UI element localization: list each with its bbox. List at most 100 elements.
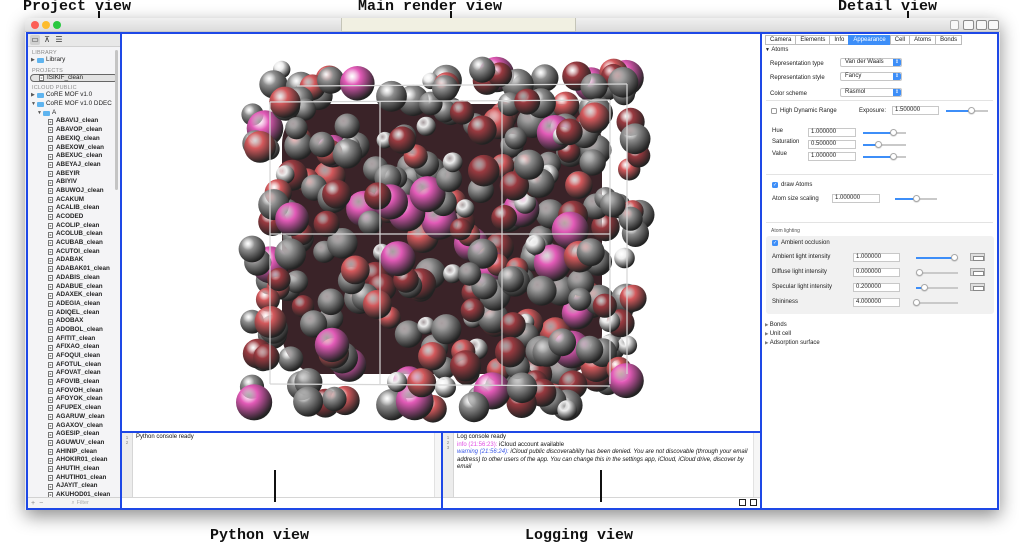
tree-item-file[interactable]: c ABEXIQ_clean: [28, 135, 120, 144]
layout-bottom-icon[interactable]: [976, 20, 987, 30]
tree-item-file[interactable]: c AFITIT_clean: [28, 335, 120, 344]
diffuse-color-well[interactable]: [970, 268, 985, 276]
tree-item-file[interactable]: c ACOLUB_clean: [28, 230, 120, 239]
tab-elements[interactable]: Elements: [795, 35, 830, 45]
molecule-render[interactable]: [122, 34, 760, 431]
draw-atoms-checkbox[interactable]: ✓: [772, 182, 778, 188]
atoms-section-toggle[interactable]: ▼ Atoms: [765, 47, 788, 53]
tab-info[interactable]: Info: [829, 35, 849, 45]
tree-item-file[interactable]: c ADABAK: [28, 256, 120, 265]
color-scheme-select[interactable]: Rasmol ⇕: [840, 88, 902, 97]
tree-item-file[interactable]: c AFIXAO_clean: [28, 343, 120, 352]
hue-slider[interactable]: [863, 129, 906, 136]
zoom-button[interactable]: [53, 21, 61, 29]
representation-style-select[interactable]: Fancy ⇕: [840, 72, 902, 81]
tree-item-core-mof-ddec[interactable]: ▼ CoRE MOF v1.0 DDEC: [28, 100, 120, 109]
add-button[interactable]: +: [31, 500, 35, 507]
layout-left-icon[interactable]: [963, 20, 974, 30]
atom-size-field[interactable]: 1.000000: [832, 194, 880, 203]
tree-item-file[interactable]: c AGESIP_clean: [28, 430, 120, 439]
tree-item-file[interactable]: c ABIYIV: [28, 178, 120, 187]
tree-item-project[interactable]: c ISIKIF_clean: [30, 73, 118, 83]
tree-item-file[interactable]: c ABAVOP_clean: [28, 126, 120, 135]
tree-item-file[interactable]: c AHUTIH01_clean: [28, 474, 120, 483]
tree-item-file[interactable]: c ABEXUC_clean: [28, 152, 120, 161]
layout-right-icon[interactable]: [988, 20, 999, 30]
bonds-section-toggle[interactable]: ▶ Bonds: [765, 322, 787, 328]
tree-item-file[interactable]: c ACODED: [28, 213, 120, 222]
tree-item-file[interactable]: c AFOQUI_clean: [28, 352, 120, 361]
folder-icon[interactable]: ▭: [30, 35, 40, 45]
tab-bonds[interactable]: Bonds: [935, 35, 963, 45]
tree-item-library[interactable]: ▶ Library: [28, 56, 120, 65]
toggle-python-view-button[interactable]: [739, 499, 746, 506]
specular-field[interactable]: 0.200000: [853, 283, 900, 292]
representation-type-select[interactable]: Van der Waals ⇕: [840, 58, 902, 67]
tree-item-file[interactable]: c ACALIB_clean: [28, 204, 120, 213]
specular-color-well[interactable]: [970, 283, 985, 291]
adsorption-surface-section-toggle[interactable]: ▶ Adsorption surface: [765, 340, 820, 346]
tree-item-file[interactable]: c AFOVIB_clean: [28, 378, 120, 387]
tree-item-file[interactable]: c ADEGIA_clean: [28, 300, 120, 309]
hdr-checkbox[interactable]: [771, 108, 777, 114]
tree-item-file[interactable]: c ABEYIR: [28, 170, 120, 179]
value-field[interactable]: 1.000000: [808, 152, 856, 161]
tree-item-file[interactable]: c ADOBOL_clean: [28, 326, 120, 335]
filter-input[interactable]: ⌕ Filter: [49, 499, 111, 507]
tree-item-file[interactable]: c AGUWUV_clean: [28, 439, 120, 448]
tree-item-file[interactable]: c ADABIS_clean: [28, 274, 120, 283]
share-icon[interactable]: [950, 20, 959, 30]
close-button[interactable]: [31, 21, 39, 29]
list-icon[interactable]: ☰: [54, 35, 64, 45]
scrollbar[interactable]: [434, 433, 441, 499]
diffuse-field[interactable]: 0.000000: [853, 268, 900, 277]
tree-item-file[interactable]: c AFOVAT_clean: [28, 369, 120, 378]
shininess-field[interactable]: 4.000000: [853, 298, 900, 307]
tree-item-file[interactable]: c AFOYOK_clean: [28, 395, 120, 404]
tree-item-file[interactable]: c AGARUW_clean: [28, 413, 120, 422]
main-render-view[interactable]: [120, 32, 762, 433]
minimize-button[interactable]: [42, 21, 50, 29]
tree-item-file[interactable]: c AHUTIH_clean: [28, 465, 120, 474]
toggle-log-view-button[interactable]: [750, 499, 757, 506]
unit-cell-section-toggle[interactable]: ▶ Unit cell: [765, 331, 791, 337]
tree-item-file[interactable]: c ACOLIP_clean: [28, 222, 120, 231]
tree-item-file[interactable]: c ADAXEK_clean: [28, 291, 120, 300]
tree-item-file[interactable]: c ACAKUM: [28, 196, 120, 205]
specular-slider[interactable]: [916, 284, 958, 291]
tab-camera[interactable]: Camera: [765, 35, 796, 45]
ambient-field[interactable]: 1.000000: [853, 253, 900, 262]
tree-item-folder-a[interactable]: ▼ A: [28, 109, 120, 118]
tree-item-file[interactable]: c ADIQEL_clean: [28, 309, 120, 318]
ambient-slider[interactable]: [916, 254, 959, 261]
tab-appearance[interactable]: Appearance: [848, 35, 890, 45]
tree-item-file[interactable]: c ACUTOI_clean: [28, 248, 120, 257]
tree-item-file[interactable]: c AHINIP_clean: [28, 448, 120, 457]
python-input-bar[interactable]: [122, 497, 441, 508]
tree-item-file[interactable]: c ACUBAB_clean: [28, 239, 120, 248]
diffuse-slider[interactable]: [915, 269, 958, 276]
tree-item-file[interactable]: c AFOTUL_clean: [28, 361, 120, 370]
tree-item-file[interactable]: c AHOKIR01_clean: [28, 456, 120, 465]
tab-cell[interactable]: Cell: [889, 35, 910, 45]
tab-atoms[interactable]: Atoms: [909, 35, 936, 45]
tree-item-core-mof[interactable]: ▶ CoRE MOF v1.0: [28, 91, 120, 100]
hue-field[interactable]: 1.000000: [808, 128, 856, 137]
remove-button[interactable]: −: [39, 500, 43, 507]
ambient-occlusion-checkbox[interactable]: ✓: [772, 240, 778, 246]
shininess-slider[interactable]: [913, 299, 958, 306]
exposure-field[interactable]: 1.500000: [892, 106, 939, 115]
scrollbar[interactable]: [753, 433, 760, 499]
tree-item-file[interactable]: c AFUPEX_clean: [28, 404, 120, 413]
tree-item-file[interactable]: c ADABAK01_clean: [28, 265, 120, 274]
tree-item-file[interactable]: c AJAYIT_clean: [28, 482, 120, 491]
tree-item-file[interactable]: c ABUWOJ_clean: [28, 187, 120, 196]
value-slider[interactable]: [863, 153, 906, 160]
tree-item-file[interactable]: c ADOBAX: [28, 317, 120, 326]
tree-item-file[interactable]: c ABAVIJ_clean: [28, 117, 120, 126]
tree-item-file[interactable]: c ABEXOW_clean: [28, 144, 120, 153]
ambient-color-well[interactable]: [970, 253, 985, 261]
saturation-field[interactable]: 0.500000: [808, 140, 856, 149]
tree-item-file[interactable]: c AFOVOH_clean: [28, 387, 120, 396]
python-view[interactable]: 1 2 Python console ready: [120, 431, 443, 510]
